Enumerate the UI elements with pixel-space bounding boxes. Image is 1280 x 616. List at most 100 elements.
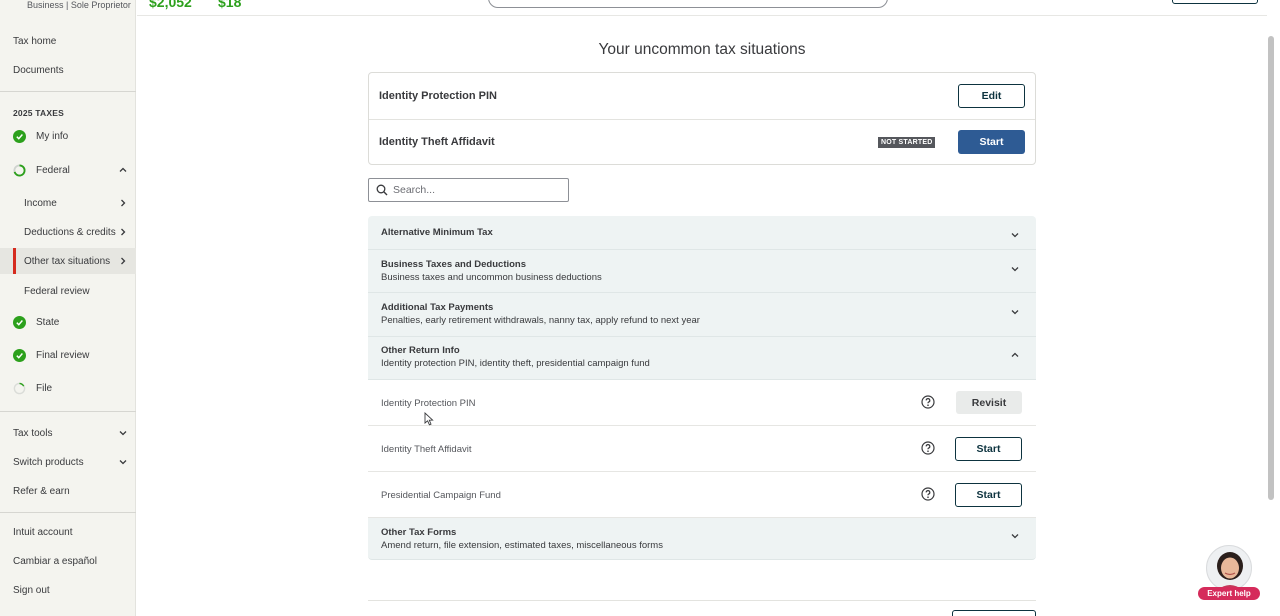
- revisit-button[interactable]: Revisit: [956, 391, 1022, 414]
- sidebar-section-label: 2025 TAXES: [13, 108, 64, 118]
- sidebar-item-label: Tax tools: [13, 427, 53, 439]
- sidebar-item-intuit-account[interactable]: Intuit account: [13, 527, 72, 538]
- help-icon[interactable]: [921, 487, 935, 501]
- section-title: Other Return Info: [381, 345, 460, 356]
- summary-item-name: Identity Protection PIN: [379, 90, 497, 102]
- sidebar-item-state[interactable]: State: [0, 309, 136, 335]
- summary-row-identity-pin: Identity Protection PIN Edit: [369, 73, 1035, 119]
- sidebar-item-tax-home[interactable]: Tax home: [13, 36, 56, 47]
- section-description: Amend return, file extension, estimated …: [381, 540, 663, 551]
- sidebar-item-label: My info: [36, 130, 69, 142]
- sidebar-item-label: State: [36, 316, 60, 328]
- summary-card: Identity Protection PIN Edit Identity Th…: [368, 72, 1036, 165]
- section-description: Penalties, early retirement withdrawals,…: [381, 315, 700, 326]
- sidebar-item-documents[interactable]: Documents: [13, 65, 64, 76]
- row-label: Identity Protection PIN: [381, 398, 476, 409]
- row-label: Presidential Campaign Fund: [381, 490, 501, 501]
- sidebar-divider: [0, 91, 136, 92]
- sidebar-item-label: Final review: [36, 349, 90, 361]
- row-presidential-campaign-fund: Presidential Campaign Fund Start: [368, 472, 1036, 518]
- continue-button[interactable]: [952, 610, 1036, 616]
- search-input[interactable]: [393, 182, 563, 198]
- edit-button[interactable]: Edit: [958, 84, 1025, 108]
- summary-row-identity-theft: Identity Theft Affidavit NOT STARTED Sta…: [369, 119, 1035, 165]
- sidebar-item-label: Income: [24, 197, 57, 209]
- chevron-down-icon: [118, 428, 128, 438]
- section-description: Business taxes and uncommon business ded…: [381, 272, 602, 283]
- sidebar-divider: [0, 411, 136, 412]
- chevron-down-icon: [1010, 304, 1020, 315]
- section-other-return-info[interactable]: Other Return Info Identity protection PI…: [368, 337, 1036, 380]
- sidebar-item-switch-products[interactable]: Switch products: [0, 449, 136, 475]
- chevron-right-icon: [118, 227, 128, 237]
- sidebar-item-final-review[interactable]: Final review: [0, 342, 136, 368]
- row-label: Identity Theft Affidavit: [381, 444, 472, 455]
- chevron-right-icon: [118, 198, 128, 208]
- sidebar-divider: [0, 512, 136, 513]
- chevron-down-icon: [118, 457, 128, 467]
- section-title: Alternative Minimum Tax: [381, 227, 493, 238]
- check-complete-icon: [13, 129, 26, 143]
- start-button[interactable]: Start: [958, 130, 1025, 154]
- status-badge: NOT STARTED: [878, 137, 936, 148]
- check-complete-icon: [13, 315, 26, 329]
- mouse-cursor-icon: [424, 412, 434, 426]
- row-identity-theft-affidavit: Identity Theft Affidavit Start: [368, 426, 1036, 472]
- help-icon[interactable]: [921, 395, 935, 409]
- section-title: Additional Tax Payments: [381, 302, 494, 313]
- chevron-up-icon: [118, 165, 128, 175]
- progress-ring-icon: [13, 382, 26, 395]
- top-search-input[interactable]: [488, 0, 888, 8]
- section-description: Identity protection PIN, identity theft,…: [381, 358, 650, 369]
- sidebar-item-label: Other tax situations: [24, 255, 111, 267]
- check-complete-icon: [13, 348, 26, 362]
- sidebar-item-tax-tools[interactable]: Tax tools: [0, 420, 136, 446]
- sidebar-item-deductions[interactable]: Deductions & credits: [0, 219, 136, 245]
- help-icon[interactable]: [921, 441, 935, 455]
- chevron-right-icon: [118, 256, 128, 266]
- row-identity-protection-pin: Identity Protection PIN Revisit: [368, 380, 1036, 426]
- progress-ring-icon: [13, 163, 26, 177]
- sidebar-item-federal-review[interactable]: Federal review: [0, 278, 136, 304]
- start-button[interactable]: Start: [955, 483, 1022, 507]
- sidebar-item-label: File: [36, 382, 53, 394]
- product-subtitle: Business | Sole Proprietor: [27, 0, 131, 10]
- expert-avatar: [1206, 545, 1252, 591]
- summary-item-name: Identity Theft Affidavit: [379, 136, 495, 148]
- tax-amount-1: $2,052: [149, 0, 192, 10]
- sidebar-item-refer-earn[interactable]: Refer & earn: [13, 486, 70, 497]
- start-button[interactable]: Start: [955, 437, 1022, 461]
- sidebar-item-federal[interactable]: Federal: [0, 157, 136, 183]
- sidebar-item-other-tax-situations[interactable]: Other tax situations: [0, 248, 136, 274]
- scrollbar[interactable]: [1268, 36, 1274, 500]
- chevron-up-icon: [1010, 347, 1020, 357]
- sidebar-item-label: Deductions & credits: [24, 226, 116, 238]
- section-title: Business Taxes and Deductions: [381, 259, 527, 270]
- sidebar-item-income[interactable]: Income: [0, 190, 136, 216]
- section-other-tax-forms[interactable]: Other Tax Forms Amend return, file exten…: [368, 518, 1036, 560]
- page-title: Your uncommon tax situations: [598, 41, 806, 58]
- expert-help-label: Expert help: [1198, 587, 1260, 600]
- section-business-taxes[interactable]: Business Taxes and Deductions Business t…: [368, 250, 1036, 293]
- chevron-down-icon: [1010, 528, 1020, 539]
- tax-amount-2: $18: [218, 0, 242, 10]
- top-action-button[interactable]: [1172, 0, 1258, 4]
- chevron-down-icon: [1010, 261, 1020, 272]
- header-divider: [137, 15, 1267, 16]
- chevron-down-icon: [1010, 227, 1020, 238]
- section-additional-tax-payments[interactable]: Additional Tax Payments Penalties, early…: [368, 293, 1036, 337]
- sidebar-item-my-info[interactable]: My info: [0, 123, 136, 149]
- sidebar-item-label: Federal: [36, 164, 70, 176]
- sidebar-item-file[interactable]: File: [0, 375, 136, 401]
- sidebar-item-sign-out[interactable]: Sign out: [13, 585, 50, 596]
- footer-divider: [368, 600, 1036, 601]
- section-alternative-minimum-tax[interactable]: Alternative Minimum Tax: [368, 216, 1036, 250]
- sidebar-item-spanish[interactable]: Cambiar a español: [13, 556, 97, 567]
- sidebar-item-label: Switch products: [13, 456, 84, 468]
- sidebar-item-label: Federal review: [24, 285, 90, 297]
- expert-help-button[interactable]: Expert help: [1198, 545, 1262, 601]
- search-box: [368, 178, 569, 202]
- section-title: Other Tax Forms: [381, 527, 457, 538]
- sidebar: Business | Sole Proprietor Tax home Docu…: [0, 0, 136, 616]
- search-icon: [376, 184, 388, 196]
